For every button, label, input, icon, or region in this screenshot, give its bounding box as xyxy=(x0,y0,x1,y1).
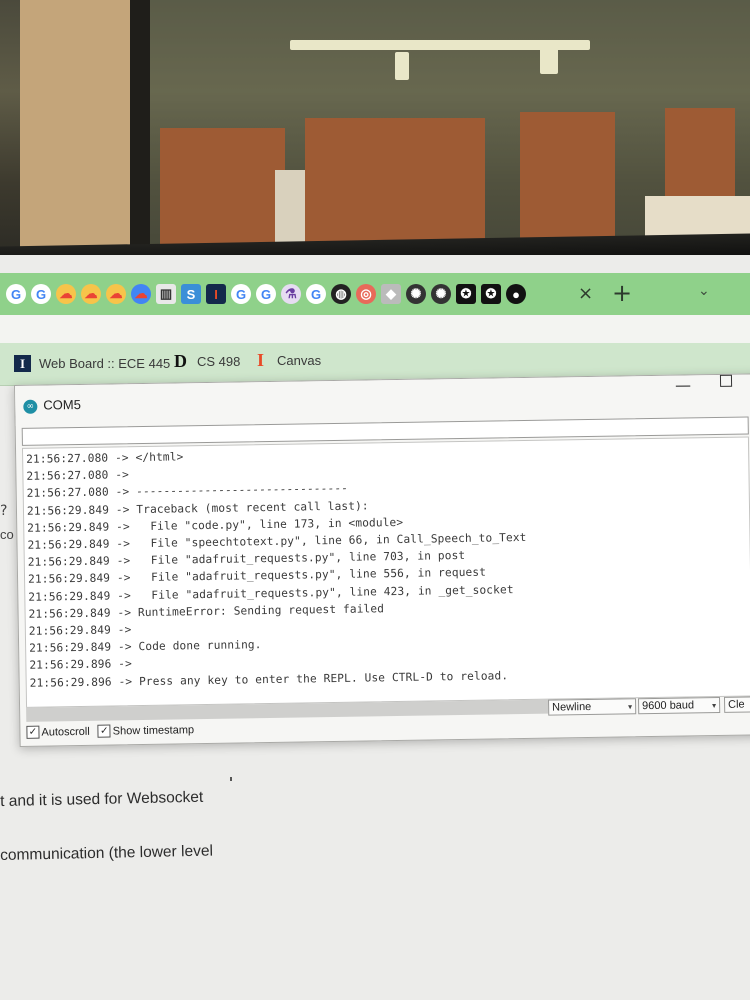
canvas-icon: I xyxy=(256,350,264,370)
text-cursor-mark xyxy=(230,777,232,781)
serial-monitor-window: ∞ COM5 — 21:56:27.080 -> </html> 21:56:27… xyxy=(14,373,750,747)
show-timestamp-label: Show timestamp xyxy=(112,723,195,737)
google-cloud-icon[interactable]: ☁ xyxy=(131,284,151,304)
window-title: COM5 xyxy=(43,396,81,413)
laptop-screen: G G ☁ ☁ ☁ ☁ ▥ S I G G ⚗ G ◍ ◎ ◆ ✺ ✺ ✪ ✪ ● × + ⌄ I Web Board … xyxy=(0,255,750,1000)
minimize-button[interactable]: — xyxy=(675,375,691,394)
chevron-down-icon: ▾ xyxy=(712,700,717,710)
autoscroll-checkbox[interactable]: ✓ Autoscroll xyxy=(26,725,90,739)
globe-icon[interactable]: ◍ xyxy=(331,284,351,304)
book-icon[interactable]: ▥ xyxy=(156,284,176,304)
line-ending-select[interactable]: Newline ▾ xyxy=(548,698,637,716)
google-cloud-icon[interactable]: ☁ xyxy=(81,284,101,304)
tab-icon-row: G G ☁ ☁ ☁ ☁ ▥ S I G G ⚗ G ◍ ◎ ◆ ✺ ✺ ✪ ✪ ● xyxy=(6,281,526,307)
show-timestamp-checkbox[interactable]: ✓ Show timestamp xyxy=(97,723,195,738)
serial-output-line: 21:56:29.849 -> File "code.py", line 173… xyxy=(27,515,404,535)
bookmark-canvas[interactable]: I Canvas xyxy=(252,350,322,370)
google-g-icon[interactable]: G xyxy=(6,284,26,304)
document-line: t and it is used for Websocket xyxy=(0,788,204,810)
chevron-down-icon: ▾ xyxy=(628,701,633,711)
illinois-icon[interactable]: I xyxy=(206,284,226,304)
serial-output-line: 21:56:27.080 -> </html> xyxy=(26,450,184,466)
new-tab-button[interactable]: + xyxy=(612,279,632,307)
chatgpt-icon[interactable]: ✺ xyxy=(406,284,426,304)
star-app-icon[interactable]: ✪ xyxy=(481,284,501,304)
serial-output-line: 21:56:29.849 -> File "adafruit_requests.… xyxy=(28,582,514,604)
google-g-icon[interactable]: G xyxy=(231,284,251,304)
browser-tab-strip: G G ☁ ☁ ☁ ☁ ▥ S I G G ⚗ G ◍ ◎ ◆ ✺ ✺ ✪ ✪ ● × + ⌄ xyxy=(0,273,750,315)
bookmark-label: Canvas xyxy=(277,353,322,368)
flask-icon[interactable]: ⚗ xyxy=(281,284,301,304)
star-app-icon[interactable]: ✪ xyxy=(456,284,476,304)
serial-output: 21:56:27.080 -> </html> 21:56:27.080 -> 21… xyxy=(21,436,750,708)
bookmark-label: CS 498 xyxy=(197,354,241,369)
document-line: communication (the lower level xyxy=(0,842,214,864)
google-cloud-icon[interactable]: ☁ xyxy=(56,284,76,304)
bookmark-cs498[interactable]: D CS 498 xyxy=(172,351,241,371)
clear-output-button[interactable]: Cle xyxy=(723,696,750,713)
close-tab-button[interactable]: × xyxy=(578,283,593,304)
document-fragment: co xyxy=(0,527,14,542)
serial-output-line: 21:56:29.849 -> Code done running. xyxy=(29,638,262,655)
line-ending-value: Newline xyxy=(552,700,592,714)
google-g-icon[interactable]: G xyxy=(306,284,326,304)
cube-icon[interactable]: ◆ xyxy=(381,284,401,304)
d-app-icon: D xyxy=(174,351,187,371)
serial-output-line: 21:56:29.849 -> RuntimeError: Sending re… xyxy=(28,602,385,621)
serial-output-line: 21:56:29.849 -> xyxy=(28,623,132,638)
checkbox-check-icon: ✓ xyxy=(26,725,40,739)
serial-output-line: 21:56:29.896 -> Press any key to enter t… xyxy=(29,668,509,690)
serial-output-line: 21:56:29.849 -> File "adafruit_requests.… xyxy=(27,566,487,587)
document-fragment: ? xyxy=(0,503,8,519)
illinois-icon: I xyxy=(14,355,31,372)
checkbox-check-icon: ✓ xyxy=(97,724,111,738)
baud-rate-select[interactable]: 9600 baud ▾ xyxy=(637,696,721,715)
maximize-button[interactable] xyxy=(719,374,733,387)
google-g-icon[interactable]: G xyxy=(31,284,51,304)
serial-output-line: 21:56:27.080 -> xyxy=(26,468,130,484)
serial-output-line: 21:56:27.080 -> ------------------------… xyxy=(26,482,349,501)
github-icon[interactable]: ● xyxy=(506,284,526,304)
autoscroll-label: Autoscroll xyxy=(41,725,90,739)
background-room-photo xyxy=(0,0,750,262)
serial-footer: ✓ Autoscroll ✓ Show timestamp xyxy=(26,723,194,739)
s-app-icon[interactable]: S xyxy=(181,284,201,304)
arduino-logo-icon: ∞ xyxy=(23,399,38,414)
address-bar[interactable] xyxy=(0,315,750,343)
baud-rate-value: 9600 baud xyxy=(642,699,695,713)
chevron-down-icon[interactable]: ⌄ xyxy=(698,283,710,299)
serial-output-line: 21:56:29.849 -> Traceback (most recent c… xyxy=(26,499,369,518)
bookmark-web-board[interactable]: I Web Board :: ECE 445 xyxy=(14,355,170,372)
chatgpt-icon[interactable]: ✺ xyxy=(431,284,451,304)
circle-app-icon[interactable]: ◎ xyxy=(356,284,376,304)
google-g-icon[interactable]: G xyxy=(256,284,276,304)
serial-output-line: 21:56:29.896 -> xyxy=(29,657,133,673)
bookmark-label: Web Board :: ECE 445 xyxy=(39,356,171,371)
google-cloud-icon[interactable]: ☁ xyxy=(106,284,126,304)
serial-output-line: 21:56:29.849 -> File "adafruit_requests.… xyxy=(27,549,466,569)
